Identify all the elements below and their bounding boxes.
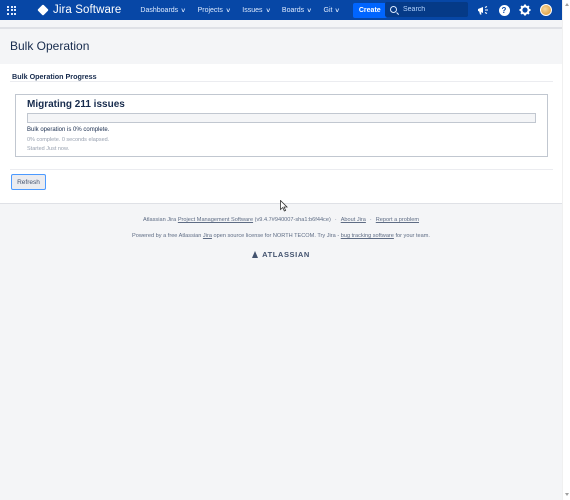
report-problem-link[interactable]: Report a problem <box>376 217 419 223</box>
search-input[interactable] <box>403 6 463 13</box>
task-title: Migrating 211 issues <box>27 99 125 110</box>
project-management-link[interactable]: Project Management Software <box>178 217 253 223</box>
scroll-up-arrow-icon[interactable] <box>565 3 569 6</box>
version-text: (v9.4.7#940007-sha1:b6f44ce) <box>253 217 331 223</box>
separator: · <box>334 217 337 223</box>
atlassian-wordmark: ATLASSIAN <box>262 250 310 259</box>
nav-projects[interactable]: Projects ∨ <box>198 7 231 14</box>
footer-text: Atlassian Jira <box>143 217 178 223</box>
separator: · <box>369 217 372 223</box>
chevron-down-icon: ∨ <box>306 7 313 14</box>
jira-link[interactable]: Jira <box>203 233 212 239</box>
notifications-button[interactable] <box>476 3 490 17</box>
nav-label: Boards <box>281 6 305 14</box>
megaphone-icon <box>477 5 488 14</box>
nav-boards[interactable]: Boards ∨ <box>282 7 312 14</box>
nav-label: Issues <box>242 6 263 14</box>
atlassian-logo[interactable]: ATLASSIAN <box>0 250 562 259</box>
footer-text: for your team. <box>393 233 430 239</box>
search-icon <box>390 6 397 13</box>
page-header: Bulk Operation <box>0 28 562 64</box>
vertical-scrollbar[interactable] <box>562 0 570 500</box>
help-button[interactable]: ? <box>497 3 511 17</box>
content-divider <box>10 169 553 170</box>
mouse-cursor <box>280 199 288 217</box>
atlassian-mark-icon <box>252 251 259 258</box>
profile-button[interactable] <box>539 3 553 17</box>
page-title: Bulk Operation <box>10 39 90 53</box>
page: Jira Software Dashboards ∨ Projects ∨ Issu… <box>0 0 562 500</box>
header-divider <box>0 20 562 28</box>
nav-issues[interactable]: Issues ∨ <box>242 7 270 14</box>
cursor-icon <box>280 199 288 212</box>
footer-line-license: Powered by a free Atlassian Jira open so… <box>0 233 562 239</box>
chevron-down-icon: ∨ <box>264 7 271 14</box>
app-name: Jira Software <box>53 4 122 16</box>
nav-label: Dashboards <box>140 6 179 14</box>
chevron-down-icon: ∨ <box>334 7 341 14</box>
jira-diamond-icon <box>37 4 49 16</box>
create-button[interactable]: Create <box>352 2 387 18</box>
progress-started: Started Just now. <box>27 146 70 152</box>
search-box[interactable] <box>385 2 468 17</box>
jira-logo[interactable]: Jira Software <box>37 4 122 16</box>
progress-bar <box>27 113 536 123</box>
avatar <box>540 4 552 16</box>
nav-label: Projects <box>197 6 223 14</box>
section-divider <box>10 81 553 82</box>
footer-text: Powered by a free Atlassian <box>132 233 203 239</box>
chevron-down-icon: ∨ <box>225 7 231 14</box>
nav-label: Git <box>323 6 333 14</box>
section-title: Bulk Operation Progress <box>12 72 97 81</box>
app-switcher-icon[interactable] <box>7 4 19 16</box>
nav-dashboards[interactable]: Dashboards ∨ <box>140 6 187 14</box>
about-jira-link[interactable]: About Jira <box>341 217 366 223</box>
main-content: Bulk Operation Progress Migrating 211 is… <box>0 64 562 204</box>
chevron-down-icon: ∨ <box>180 7 187 14</box>
progress-panel: Migrating 211 issues Bulk operation is 0… <box>15 94 548 157</box>
nav-git[interactable]: Git ∨ <box>323 6 341 14</box>
bug-tracking-link[interactable]: bug tracking software <box>341 233 394 239</box>
settings-icon <box>519 4 531 16</box>
footer-line-version: Atlassian Jira Project Management Softwa… <box>0 217 562 223</box>
footer-text: open source license for NORTH TECOM. Try… <box>211 233 341 239</box>
top-navigation: Jira Software Dashboards ∨ Projects ∨ Issu… <box>0 0 562 20</box>
help-icon: ? <box>498 4 510 16</box>
progress-status: Bulk operation is 0% complete. <box>27 127 110 133</box>
settings-button[interactable] <box>518 3 532 17</box>
progress-detail: 0% complete. 0 seconds elapsed. <box>27 137 110 143</box>
refresh-button[interactable]: Refresh <box>11 174 46 190</box>
scroll-down-arrow-icon[interactable] <box>565 493 569 496</box>
